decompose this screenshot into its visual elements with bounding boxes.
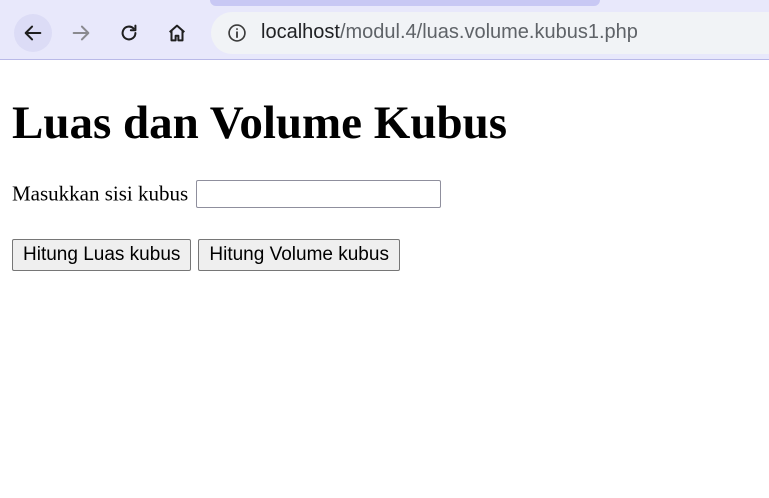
hitung-luas-button[interactable]: Hitung Luas kubus — [12, 239, 192, 271]
url-text[interactable]: localhost/modul.4/luas.volume.kubus1.php — [261, 21, 638, 44]
browser-toolbar: localhost/modul.4/luas.volume.kubus1.php — [0, 0, 769, 60]
url-host: localhost — [261, 21, 340, 43]
forward-arrow-icon — [72, 25, 90, 41]
forward-button[interactable] — [62, 14, 100, 52]
hitung-volume-button[interactable]: Hitung Volume kubus — [198, 239, 400, 271]
url-path: /modul.4/luas.volume.kubus1.php — [339, 21, 638, 43]
side-label: Masukkan sisi kubus — [12, 181, 189, 206]
button-row: Hitung Luas kubus Hitung Volume kubus — [12, 239, 403, 271]
reload-button[interactable] — [110, 14, 148, 52]
home-icon — [169, 24, 185, 42]
home-button[interactable] — [158, 14, 196, 52]
info-icon[interactable] — [227, 23, 247, 43]
back-arrow-icon — [24, 25, 42, 41]
side-field-row: Masukkan sisi kubus — [12, 180, 442, 208]
page-title: Luas dan Volume Kubus — [12, 97, 508, 149]
active-tab-edge — [210, 0, 600, 6]
side-input[interactable] — [196, 180, 442, 208]
address-bar[interactable]: localhost/modul.4/luas.volume.kubus1.php — [211, 12, 769, 54]
reload-icon — [121, 24, 137, 41]
back-button[interactable] — [14, 14, 52, 52]
